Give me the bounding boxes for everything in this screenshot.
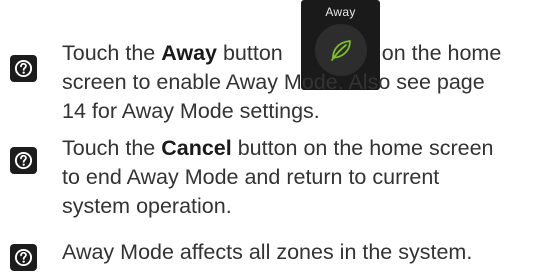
tip-2-after: button on the home screen [231,136,494,160]
tip-1-before: Touch the [62,41,162,65]
tip-2-line-2: to end Away Mode and return to current [62,165,440,189]
tip-1-after: button [217,41,283,65]
away-button-caption: Away [325,5,356,19]
tip-1-line-3: 14 for Away Mode settings. [62,99,320,123]
tip-1-question-icon [10,55,37,82]
tip-1-after-image: on the home [381,41,502,65]
question-icon [14,59,33,78]
tip-1-line-1: Touch the Away button on the home [62,39,501,68]
tip-2-text: Touch the Cancel button on the home scre… [62,134,494,221]
tip-3-text: Away Mode affects all zones in the syste… [62,238,472,267]
question-icon [14,151,33,170]
tip-2-bold: Cancel [161,136,232,160]
tip-3-line-1: Away Mode affects all zones in the syste… [62,240,473,264]
question-icon [14,248,33,267]
tip-2-before: Touch the [62,136,162,160]
tip-3-question-icon [10,244,37,271]
tip-2-line-1: Touch the Cancel button on the home scre… [62,134,494,163]
tip-1-line-2: screen to enable Away Mode. Also see pag… [62,70,485,94]
tip-1-bold: Away [161,41,217,65]
tip-2-line-3: system operation. [62,194,232,218]
tip-2-question-icon [10,147,37,174]
tip-1-text: Touch the Away button on the home screen … [62,39,501,126]
